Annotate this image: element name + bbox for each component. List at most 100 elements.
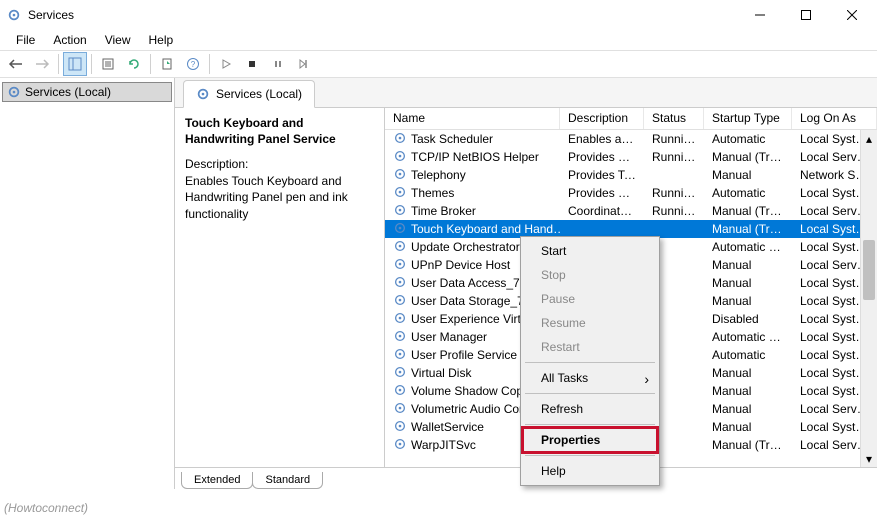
ext-service-name: Touch Keyboard and Handwriting Panel Ser…: [185, 116, 374, 147]
cell-status: Running: [644, 132, 704, 146]
pause-button[interactable]: [266, 52, 290, 76]
col-header-status[interactable]: Status: [644, 108, 704, 129]
ext-desc-text: Enables Touch Keyboard and Handwriting P…: [185, 173, 374, 222]
forward-button[interactable]: [30, 52, 54, 76]
service-row[interactable]: Task SchedulerEnables a us…RunningAutoma…: [385, 130, 877, 148]
cell-desc: Provides Tel…: [560, 168, 644, 182]
gear-icon: [393, 239, 407, 256]
cell-startup: Automatic (…: [704, 240, 792, 254]
menu-file[interactable]: File: [8, 31, 43, 49]
menubar: File Action View Help: [0, 30, 877, 50]
pane-header: Services (Local): [175, 78, 877, 108]
gear-icon: [393, 365, 407, 382]
watermark: (Howtoconnect): [4, 501, 88, 515]
cell-startup: Automatic: [704, 348, 792, 362]
gear-icon: [393, 203, 407, 220]
gear-icon: [393, 185, 407, 202]
back-button[interactable]: [4, 52, 28, 76]
tab-extended[interactable]: Extended: [181, 472, 253, 489]
gear-icon: [393, 419, 407, 436]
cell-status: Running: [644, 204, 704, 218]
gear-icon: [393, 329, 407, 346]
cell-status: Running: [644, 150, 704, 164]
service-row[interactable]: TelephonyProvides Tel…ManualNetwork S…: [385, 166, 877, 184]
cell-startup: Manual: [704, 276, 792, 290]
tree-root-item[interactable]: Services (Local): [2, 82, 172, 102]
col-header-startup[interactable]: Startup Type: [704, 108, 792, 129]
maximize-button[interactable]: [783, 0, 829, 30]
cell-desc: Enables a us…: [560, 132, 644, 146]
svg-text:?: ?: [191, 60, 196, 69]
minimize-button[interactable]: [737, 0, 783, 30]
service-row[interactable]: TCP/IP NetBIOS HelperProvides su…Running…: [385, 148, 877, 166]
cell-startup: Automatic: [704, 132, 792, 146]
ctx-separator: [525, 362, 655, 363]
cell-startup: Manual (Trig…: [704, 438, 792, 452]
gear-icon: [393, 131, 407, 148]
tree-pane[interactable]: Services (Local): [0, 78, 175, 489]
services-icon: [6, 7, 22, 23]
ctx-refresh[interactable]: Refresh: [523, 397, 657, 421]
cell-startup: Automatic: [704, 186, 792, 200]
pane-header-label: Services (Local): [216, 87, 302, 101]
cell-name: Telephony: [385, 167, 560, 184]
cell-startup: Manual (Trig…: [704, 222, 792, 236]
col-header-name[interactable]: Name: [385, 108, 560, 129]
play-button[interactable]: [214, 52, 238, 76]
gear-icon: [393, 437, 407, 454]
cell-startup: Manual: [704, 366, 792, 380]
cell-startup: Manual: [704, 402, 792, 416]
ctx-pause[interactable]: Pause: [523, 287, 657, 311]
gear-icon: [393, 275, 407, 292]
cell-startup: Disabled: [704, 312, 792, 326]
export-button[interactable]: [155, 52, 179, 76]
menu-action[interactable]: Action: [45, 31, 94, 49]
vertical-scrollbar[interactable]: ▴ ▾: [860, 130, 877, 467]
list-header: Name Description Status Startup Type Log…: [385, 108, 877, 130]
show-hide-tree-button[interactable]: [63, 52, 87, 76]
close-button[interactable]: [829, 0, 875, 30]
col-header-logon[interactable]: Log On As: [792, 108, 877, 129]
gear-icon: [393, 221, 407, 238]
gear-icon: [393, 311, 407, 328]
gear-icon: [393, 167, 407, 184]
scroll-up-icon[interactable]: ▴: [861, 130, 877, 147]
ctx-restart[interactable]: Restart: [523, 335, 657, 359]
menu-view[interactable]: View: [97, 31, 139, 49]
ctx-help[interactable]: Help: [523, 459, 657, 483]
service-row[interactable]: Time BrokerCoordinates…RunningManual (Tr…: [385, 202, 877, 220]
ctx-start[interactable]: Start: [523, 239, 657, 263]
tree-root-label: Services (Local): [25, 85, 111, 99]
scroll-down-icon[interactable]: ▾: [861, 450, 877, 467]
services-icon: [196, 87, 210, 101]
stop-button[interactable]: [240, 52, 264, 76]
help-button[interactable]: ?: [181, 52, 205, 76]
restart-button[interactable]: [292, 52, 316, 76]
scroll-thumb[interactable]: [863, 240, 875, 300]
ctx-properties[interactable]: Properties: [523, 428, 657, 452]
gear-icon: [393, 149, 407, 166]
cell-startup: Manual (Trig…: [704, 150, 792, 164]
gear-icon: [393, 293, 407, 310]
main-area: Services (Local) Services (Local) Touch …: [0, 78, 877, 489]
gear-icon: [393, 347, 407, 364]
toolbar: ?: [0, 50, 877, 78]
ctx-resume[interactable]: Resume: [523, 311, 657, 335]
extended-panel: Touch Keyboard and Handwriting Panel Ser…: [175, 108, 385, 467]
ctx-separator: [525, 393, 655, 394]
cell-desc: Coordinates…: [560, 204, 644, 218]
context-menu: Start Stop Pause Resume Restart All Task…: [520, 236, 660, 486]
gear-icon: [393, 401, 407, 418]
service-row[interactable]: ThemesProvides us…RunningAutomaticLocal …: [385, 184, 877, 202]
services-icon: [7, 85, 21, 99]
cell-startup: Automatic (T…: [704, 330, 792, 344]
ctx-stop[interactable]: Stop: [523, 263, 657, 287]
ext-desc-label: Description:: [185, 157, 374, 171]
ctx-all-tasks[interactable]: All Tasks: [523, 366, 657, 390]
refresh-button[interactable]: [122, 52, 146, 76]
export-list-button[interactable]: [96, 52, 120, 76]
cell-desc: Provides su…: [560, 150, 644, 164]
tab-standard[interactable]: Standard: [252, 472, 323, 489]
col-header-description[interactable]: Description: [560, 108, 644, 129]
menu-help[interactable]: Help: [141, 31, 182, 49]
